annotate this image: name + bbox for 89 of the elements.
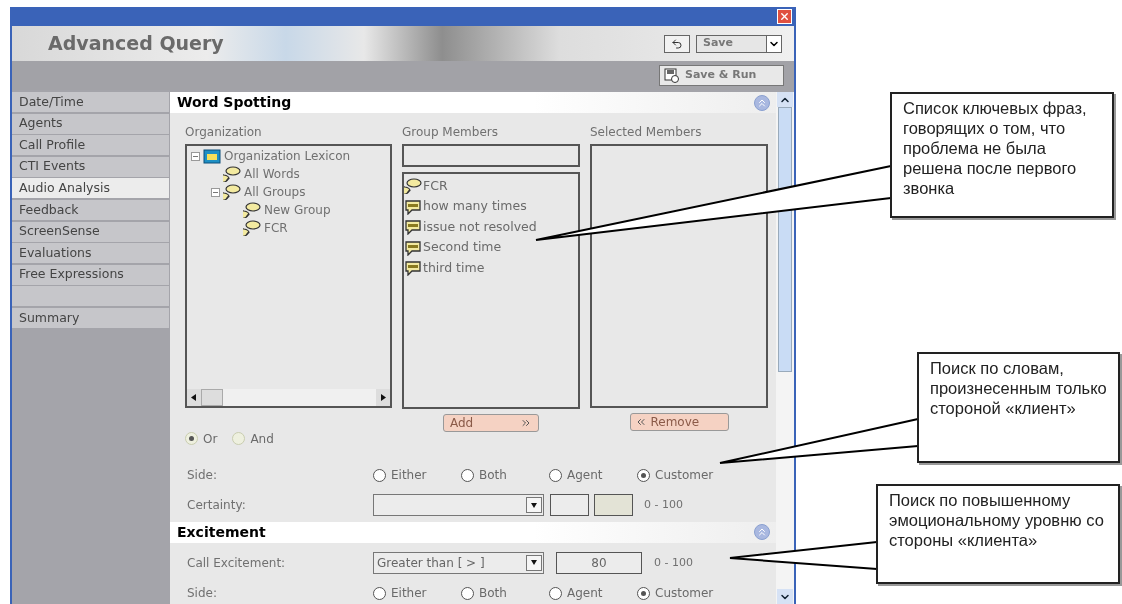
sidebar-item[interactable]: Evaluations bbox=[12, 243, 169, 264]
chat-bubbles-icon bbox=[404, 178, 422, 195]
range-hint: 0 - 100 bbox=[644, 497, 683, 514]
collapse-toggle[interactable] bbox=[211, 187, 220, 197]
horizontal-scrollbar[interactable] bbox=[187, 389, 390, 406]
word-bubble-icon bbox=[404, 239, 422, 256]
tree-item[interactable]: All Words bbox=[244, 165, 300, 183]
dropdown-arrow-icon bbox=[531, 501, 537, 509]
operator-select[interactable]: Greater than [ > ] bbox=[373, 551, 544, 574]
undo-button[interactable] bbox=[664, 34, 690, 53]
save-run-button[interactable]: Save & Run bbox=[659, 65, 784, 86]
vertical-scrollbar[interactable] bbox=[776, 92, 794, 604]
field-label: Certainty: bbox=[187, 497, 247, 515]
radio-label: Or bbox=[203, 430, 218, 448]
radio-button[interactable] bbox=[637, 468, 650, 482]
sidebar-item[interactable]: Feedback bbox=[12, 199, 169, 220]
section-title: Word Spotting bbox=[177, 93, 292, 112]
remove-button[interactable]: Remove bbox=[629, 413, 729, 431]
sidebar-item[interactable]: Summary bbox=[12, 308, 169, 329]
tree-item[interactable]: All Groups bbox=[244, 183, 306, 201]
tree-item[interactable]: Organization Lexicon bbox=[224, 147, 351, 165]
close-icon bbox=[779, 11, 790, 22]
column-label: Selected Members bbox=[590, 124, 703, 141]
radio-label: Agent bbox=[567, 585, 603, 602]
radio-label: Both bbox=[479, 467, 507, 485]
window-title: Advanced Query bbox=[48, 31, 224, 57]
sidebar-item[interactable]: Call Profile bbox=[12, 135, 169, 156]
group-filter-field[interactable] bbox=[402, 144, 580, 167]
list-item[interactable]: issue not resolved bbox=[423, 217, 537, 237]
list-item[interactable]: Second time bbox=[423, 238, 502, 258]
word-bubble-icon bbox=[404, 219, 422, 236]
chat-bubbles-icon bbox=[223, 166, 241, 182]
sidebar-item[interactable]: Free Expressions bbox=[12, 264, 169, 285]
field-label: Side: bbox=[187, 467, 218, 485]
radio-button[interactable] bbox=[373, 586, 386, 600]
section-title: Excitement bbox=[177, 522, 266, 542]
grid-folder-icon bbox=[203, 148, 221, 164]
radio-label: Either bbox=[391, 467, 427, 485]
radio-button[interactable] bbox=[637, 586, 650, 600]
word-bubble-icon bbox=[404, 260, 422, 277]
radio-label: Customer bbox=[655, 585, 714, 602]
radio-button[interactable] bbox=[373, 468, 386, 482]
tree-item[interactable]: FCR bbox=[264, 219, 288, 237]
double-chevron-right-icon bbox=[520, 417, 532, 429]
column-label: Group Members bbox=[402, 124, 499, 141]
radio-button[interactable] bbox=[461, 586, 474, 600]
chat-bubbles-icon bbox=[243, 202, 261, 218]
radio-label: Agent bbox=[567, 467, 603, 485]
save-select[interactable]: Save bbox=[696, 34, 782, 53]
list-item[interactable]: how many times bbox=[423, 197, 527, 217]
radio-label: Customer bbox=[655, 467, 714, 485]
sidebar-item[interactable]: ScreenSense bbox=[12, 221, 169, 242]
radio-label: And bbox=[250, 430, 274, 448]
column-label: Organization bbox=[185, 124, 263, 141]
callout-box: Список ключевых фраз, говорящих о том, что проблема не была решена после первого звонка bbox=[890, 92, 1114, 218]
certainty-select[interactable] bbox=[373, 494, 544, 517]
scroll-right-icon bbox=[380, 394, 386, 401]
scroll-thumb[interactable] bbox=[201, 389, 223, 406]
radio-label: Both bbox=[479, 585, 507, 602]
sidebar-item[interactable]: Audio Analysis bbox=[12, 178, 169, 199]
scroll-left-icon bbox=[191, 394, 197, 401]
chat-bubbles-icon bbox=[223, 184, 241, 200]
word-bubble-icon bbox=[404, 198, 422, 215]
scroll-thumb[interactable] bbox=[778, 107, 792, 372]
field-label: Call Excitement: bbox=[187, 554, 287, 572]
radio-button[interactable] bbox=[549, 468, 562, 482]
collapse-toggle[interactable] bbox=[191, 151, 200, 161]
sidebar-item[interactable]: Date/Time bbox=[12, 92, 169, 112]
close-button[interactable] bbox=[777, 9, 792, 24]
radio-button[interactable] bbox=[461, 468, 474, 482]
callout-box: Поиск по словам, произнесенным только стороной «клиент» bbox=[917, 352, 1120, 463]
list-item[interactable]: FCR bbox=[423, 176, 448, 196]
sidebar-item[interactable]: Agents bbox=[12, 113, 169, 134]
add-button[interactable]: Add bbox=[443, 414, 539, 432]
certainty-max-field[interactable] bbox=[594, 494, 633, 517]
list-item[interactable]: third time bbox=[423, 258, 485, 278]
save-icon bbox=[664, 68, 680, 83]
callout-box: Поиск по повышенному эмоциональному уровню со стороны «клиента» bbox=[876, 484, 1120, 584]
radio-button[interactable] bbox=[549, 586, 562, 600]
field-label: Side: bbox=[187, 585, 218, 602]
chat-bubbles-icon bbox=[243, 220, 261, 236]
sidebar-item[interactable]: CTI Events bbox=[12, 156, 169, 177]
range-hint: 0 - 100 bbox=[654, 554, 693, 571]
dropdown-arrow-icon bbox=[531, 559, 537, 567]
undo-icon bbox=[671, 37, 683, 50]
tree-item[interactable]: New Group bbox=[264, 201, 331, 219]
certainty-min-field[interactable] bbox=[550, 494, 589, 517]
radio-label: Either bbox=[391, 585, 427, 602]
excitement-value-field[interactable]: 80 bbox=[556, 551, 642, 574]
